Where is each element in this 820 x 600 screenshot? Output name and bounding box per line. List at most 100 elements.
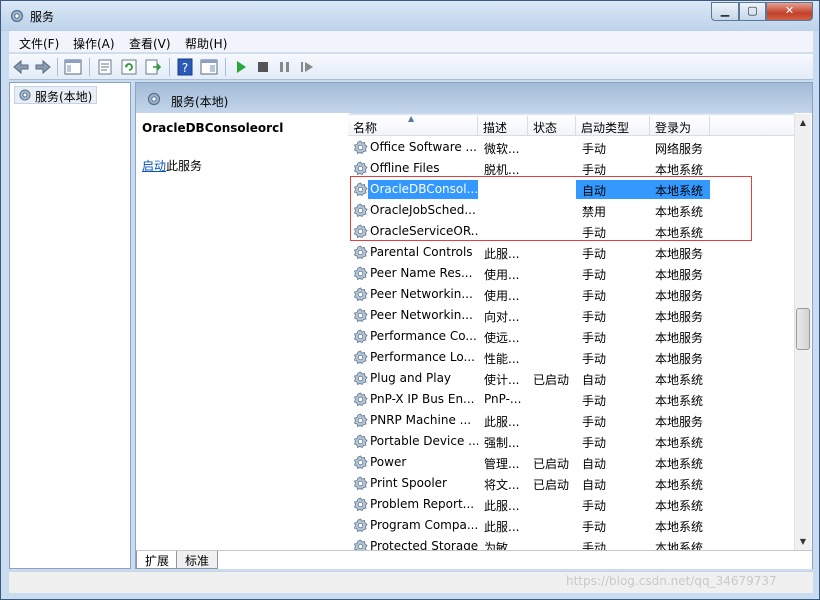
service-gear-icon	[353, 287, 368, 302]
scroll-down-arrow-icon[interactable]: ▼	[795, 533, 811, 550]
table-row[interactable]: Parental Controls 此服... 手动 本地服务	[348, 242, 794, 263]
properties-icon[interactable]	[95, 57, 115, 77]
service-logon-as: 本地系统	[655, 226, 704, 240]
action-pane-icon[interactable]	[199, 57, 219, 77]
table-row[interactable]: Protected Storage 为敏... 手动 本地系统	[348, 536, 794, 550]
vertical-scrollbar[interactable]: ▲ ▼	[794, 114, 811, 550]
service-gear-icon	[353, 266, 368, 281]
service-startup-type: 手动	[582, 394, 607, 408]
service-name: Offline Files	[370, 161, 440, 175]
service-logon-as: 本地服务	[655, 331, 704, 345]
service-startup-type: 手动	[582, 289, 607, 303]
table-row[interactable]: PnP-X IP Bus En... PnP-... 手动 本地系统	[348, 389, 794, 410]
column-header-status[interactable]: 状态	[528, 116, 576, 136]
column-header-label: 名称	[353, 121, 378, 135]
service-startup-type: 自动	[582, 184, 607, 198]
table-row[interactable]: Performance Co... 使远... 手动 本地服务	[348, 326, 794, 347]
table-row[interactable]: Portable Device ... 强制... 手动 本地系统	[348, 431, 794, 452]
menu-file[interactable]: 文件(F)	[19, 35, 59, 52]
table-row[interactable]: OracleServiceOR... 手动 本地系统	[348, 221, 794, 242]
stop-service-icon[interactable]	[253, 57, 273, 77]
table-row[interactable]: OracleDBConsol... 自动 本地系统	[348, 179, 794, 200]
service-name: Performance Lo...	[370, 350, 475, 364]
service-gear-icon	[353, 203, 368, 218]
service-startup-type: 手动	[582, 352, 607, 366]
service-logon-as: 本地系统	[655, 520, 704, 534]
service-logon-as: 本地系统	[655, 478, 704, 492]
column-header-description[interactable]: 描述	[478, 116, 528, 136]
column-header-name[interactable]: ▲ 名称	[348, 114, 478, 136]
service-gear-icon	[353, 518, 368, 533]
refresh-icon[interactable]	[119, 57, 139, 77]
service-logon-as: 网络服务	[655, 142, 704, 156]
service-name-cell: Office Software ...	[368, 138, 478, 157]
restart-service-icon[interactable]	[297, 57, 317, 77]
service-description: PnP-...	[484, 392, 522, 406]
watermark: https://blog.csdn.net/qq_34679737	[566, 574, 777, 588]
service-startup-type: 手动	[582, 499, 607, 513]
service-name: Parental Controls	[370, 245, 473, 259]
show-hide-console-tree-icon[interactable]	[63, 57, 83, 77]
service-description: 管理...	[484, 457, 520, 471]
export-list-icon[interactable]	[143, 57, 163, 77]
service-gear-icon	[353, 413, 368, 428]
service-logon-as: 本地系统	[655, 499, 704, 513]
service-name: OracleJobSched...	[370, 203, 476, 217]
table-row[interactable]: Program Compa... 此服... 手动 本地系统	[348, 515, 794, 536]
tab-standard[interactable]: 标准	[176, 551, 219, 569]
scroll-up-arrow-icon[interactable]: ▲	[795, 114, 811, 131]
tab-extended[interactable]: 扩展	[136, 551, 179, 569]
menu-action[interactable]: 操作(A)	[73, 35, 115, 52]
table-row[interactable]: OracleJobSched... 禁用 本地系统	[348, 200, 794, 221]
table-row[interactable]: Peer Networkin... 使用... 手动 本地服务	[348, 284, 794, 305]
service-startup-type: 手动	[582, 142, 607, 156]
table-row[interactable]: Offline Files 脱机... 手动 本地系统	[348, 158, 794, 179]
pause-service-icon[interactable]	[275, 57, 295, 77]
view-tabs: 扩展 标准	[136, 550, 812, 569]
service-gear-icon	[353, 308, 368, 323]
service-name: Protected Storage	[370, 539, 478, 550]
service-gear-icon	[353, 161, 368, 176]
service-gear-icon	[353, 455, 368, 470]
service-name-cell: Print Spooler	[368, 474, 478, 493]
service-description: 使用...	[484, 268, 520, 282]
table-row[interactable]: Peer Name Res... 使用... 手动 本地服务	[348, 263, 794, 284]
toolbar-separator	[57, 58, 58, 76]
column-header-logon-as[interactable]: 登录为	[650, 116, 710, 136]
minimize-button[interactable]: ▁	[711, 2, 739, 21]
start-service-link[interactable]: 启动	[142, 159, 166, 173]
service-name-cell: Offline Files	[368, 159, 478, 178]
service-logon-as: 本地服务	[655, 268, 704, 282]
table-row[interactable]: Office Software ... 微软... 手动 网络服务	[348, 137, 794, 158]
close-button[interactable]: ✕	[766, 2, 813, 21]
table-row[interactable]: Print Spooler 将文... 已启动 自动 本地系统	[348, 473, 794, 494]
start-service-icon[interactable]	[231, 57, 251, 77]
back-arrow-icon[interactable]	[11, 57, 31, 77]
title-bar[interactable]: 服务 ▁ ▢ ✕	[1, 1, 819, 31]
service-status: 已启动	[533, 457, 570, 471]
pane-header-title: 服务(本地)	[171, 95, 229, 109]
service-gear-icon	[353, 497, 368, 512]
toolbar: ?	[9, 54, 813, 80]
service-gear-icon	[353, 350, 368, 365]
description-panel: OracleDBConsoleorcl 启动此服务	[136, 113, 346, 550]
tree-item-services-local[interactable]: 服务(本地)	[14, 86, 98, 104]
scroll-thumb[interactable]	[796, 308, 810, 350]
service-name-cell: Peer Networkin...	[368, 306, 478, 325]
maximize-button[interactable]: ▢	[739, 2, 766, 21]
menu-view[interactable]: 查看(V)	[129, 35, 171, 52]
column-header-startup-type[interactable]: 启动类型	[576, 116, 650, 136]
service-name-cell: Power	[368, 453, 478, 472]
table-row[interactable]: Performance Lo... 性能... 手动 本地服务	[348, 347, 794, 368]
table-row[interactable]: PNRP Machine ... 此服... 手动 本地服务	[348, 410, 794, 431]
table-row[interactable]: Power 管理... 已启动 自动 本地系统	[348, 452, 794, 473]
table-row[interactable]: Peer Networkin... 向对... 手动 本地服务	[348, 305, 794, 326]
menu-help[interactable]: 帮助(H)	[185, 35, 227, 52]
table-row[interactable]: Plug and Play 使计... 已启动 自动 本地系统	[348, 368, 794, 389]
table-row[interactable]: Problem Report... 此服... 手动 本地系统	[348, 494, 794, 515]
service-name-cell: Peer Networkin...	[368, 285, 478, 304]
forward-arrow-icon[interactable]	[33, 57, 53, 77]
service-logon-as: 本地服务	[655, 415, 704, 429]
service-name: Portable Device ...	[370, 434, 478, 448]
help-icon[interactable]: ?	[175, 57, 195, 77]
